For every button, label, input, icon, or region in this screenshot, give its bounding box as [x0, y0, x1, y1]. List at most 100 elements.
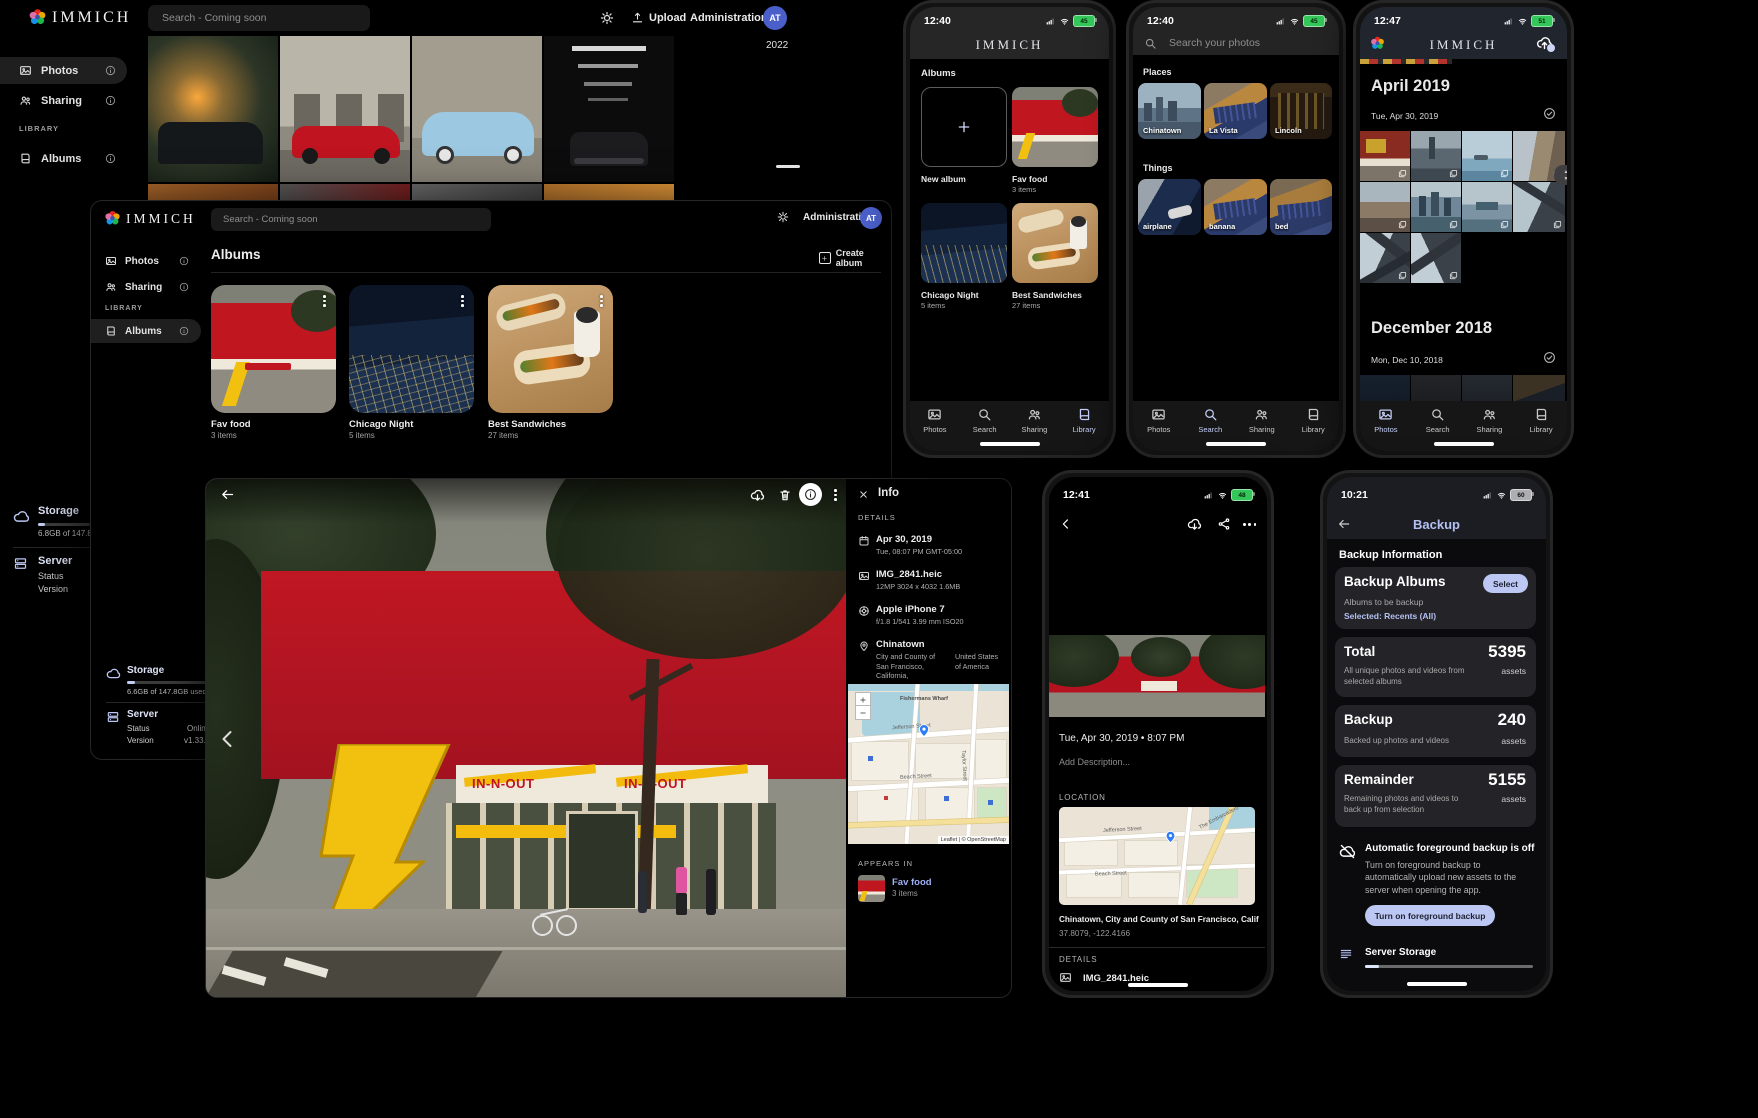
sidebar-item-albums[interactable]: Albums [91, 319, 201, 343]
back-arrow-icon[interactable] [220, 487, 235, 502]
sidebar-item-sharing[interactable]: Sharing [0, 87, 127, 114]
home-indicator[interactable] [1434, 442, 1494, 446]
album-menu-icon[interactable] [323, 295, 326, 307]
album-name[interactable]: Best Sandwiches [488, 419, 566, 430]
create-album-icon [819, 252, 831, 264]
tab-library[interactable]: Library [1515, 407, 1567, 451]
sidebar-item-albums[interactable]: Albums [0, 145, 127, 172]
info-icon[interactable] [105, 95, 116, 106]
thing-card-banana[interactable]: banana [1204, 179, 1267, 235]
album-thumb-best-sandwiches[interactable] [1012, 203, 1098, 283]
photo-preview[interactable] [1049, 635, 1265, 717]
close-icon[interactable] [858, 489, 869, 500]
location-map[interactable]: The Embarcadero Jefferson Street Beach S… [1059, 807, 1255, 905]
photo-thumbnail[interactable] [148, 36, 278, 182]
storage-progress [38, 523, 90, 526]
trash-icon[interactable] [778, 488, 792, 502]
new-album-card[interactable] [921, 87, 1007, 167]
description-input[interactable]: Add Description... [1059, 757, 1130, 767]
photo-cell[interactable] [1462, 182, 1512, 232]
thing-card-bed[interactable]: bed [1270, 179, 1332, 235]
back-chevron-icon[interactable] [1059, 517, 1073, 531]
album-thumb-chicago-night[interactable] [921, 203, 1007, 283]
backup-cloud-icon[interactable] [1536, 35, 1553, 52]
search-input[interactable]: Search your photos [1133, 31, 1339, 55]
more-options-icon[interactable] [1243, 523, 1256, 526]
photo-cell[interactable] [1411, 233, 1461, 283]
home-indicator[interactable] [1206, 442, 1266, 446]
album-card-best-sandwiches[interactable] [488, 285, 613, 413]
share-icon[interactable] [1217, 517, 1231, 531]
tab-photos[interactable]: Photos [910, 407, 960, 451]
appears-in-thumbnail[interactable] [858, 875, 885, 902]
upload-button[interactable]: Upload [649, 12, 686, 24]
photo-thumbnail[interactable] [280, 36, 410, 182]
photo-viewer[interactable]: IN-N-OUT IN-N-OUT [206, 479, 846, 997]
photo-cell[interactable] [1360, 233, 1410, 283]
place-card-chinatown[interactable]: Chinatown [1138, 83, 1201, 139]
sidebar-item-photos[interactable]: Photos [91, 249, 201, 273]
create-album-button[interactable]: Create album [819, 248, 891, 268]
theme-toggle-icon[interactable] [777, 211, 789, 223]
turn-on-backup-button[interactable]: Turn on foreground backup [1365, 905, 1495, 926]
place-card-la-vista[interactable]: La Vista [1204, 83, 1267, 139]
search-input[interactable]: Search - Coming soon [211, 208, 491, 231]
info-icon[interactable] [179, 326, 189, 336]
thing-card-airplane[interactable]: airplane [1138, 179, 1201, 235]
sidebar-label: Albums [125, 326, 162, 337]
photo-cell[interactable] [1360, 131, 1410, 181]
info-icon[interactable] [179, 282, 189, 292]
album-menu-icon[interactable] [600, 295, 603, 307]
upload-icon[interactable] [631, 11, 644, 24]
photo-cell[interactable] [1411, 182, 1461, 232]
stat-title: Remainder [1344, 772, 1414, 787]
home-indicator[interactable] [980, 442, 1040, 446]
administration-link[interactable]: Administration [690, 12, 768, 24]
library-icon [1306, 407, 1321, 422]
select-day-icon[interactable] [1543, 107, 1556, 120]
timeline-scrubber[interactable] [776, 165, 800, 168]
photo-cell[interactable] [1462, 131, 1512, 181]
info-icon[interactable] [179, 256, 189, 266]
photo-thumbnail[interactable] [412, 36, 542, 182]
sidebar-item-photos[interactable]: Photos [0, 57, 127, 84]
photo-cell[interactable] [1360, 182, 1410, 232]
theme-toggle-icon[interactable] [600, 11, 614, 25]
tab-photos[interactable]: Photos [1360, 407, 1412, 451]
album-name[interactable]: Fav food [211, 419, 251, 430]
user-avatar[interactable]: AT [763, 6, 787, 30]
info-icon[interactable] [105, 153, 116, 164]
tab-photos[interactable]: Photos [1133, 407, 1185, 451]
home-indicator[interactable] [1407, 982, 1467, 986]
album-card-chicago-night[interactable] [349, 285, 474, 413]
photo-cell[interactable] [1411, 131, 1461, 181]
album-name[interactable]: Chicago Night [349, 419, 413, 430]
info-toggle-button[interactable] [799, 483, 822, 506]
signal-icon [1481, 491, 1493, 500]
tab-library[interactable]: Library [1059, 407, 1109, 451]
album-menu-icon[interactable] [461, 295, 464, 307]
search-input[interactable]: Search - Coming soon [148, 5, 370, 31]
select-albums-button[interactable]: Select [1483, 574, 1528, 593]
more-options-icon[interactable] [834, 489, 837, 501]
appears-in-album-name[interactable]: Fav food [892, 877, 932, 888]
user-avatar[interactable]: AT [860, 207, 882, 229]
photo-cell[interactable] [1513, 182, 1565, 232]
info-icon[interactable] [105, 65, 116, 76]
download-icon[interactable] [750, 488, 765, 503]
previous-photo-icon[interactable] [216, 727, 240, 751]
map-street-label: Jefferson Street [1103, 826, 1142, 834]
album-card-fav-food[interactable] [211, 285, 336, 413]
photo-thumbnail[interactable] [544, 36, 674, 182]
location-map[interactable]: Fishermans Wharf Jefferson Street Beach … [848, 684, 1009, 844]
map-zoom-out[interactable] [855, 705, 871, 720]
home-indicator[interactable] [1128, 983, 1188, 987]
tab-library[interactable]: Library [1288, 407, 1340, 451]
place-card-lincoln[interactable]: Lincoln [1270, 83, 1332, 139]
download-icon[interactable] [1187, 517, 1202, 532]
album-thumb-fav-food[interactable] [1012, 87, 1098, 167]
timeline-scrubber[interactable]: ▲▼ [1554, 165, 1567, 185]
select-day-icon[interactable] [1543, 351, 1556, 364]
sidebar-item-sharing[interactable]: Sharing [91, 275, 201, 299]
sidebar-label: Albums [41, 153, 81, 165]
